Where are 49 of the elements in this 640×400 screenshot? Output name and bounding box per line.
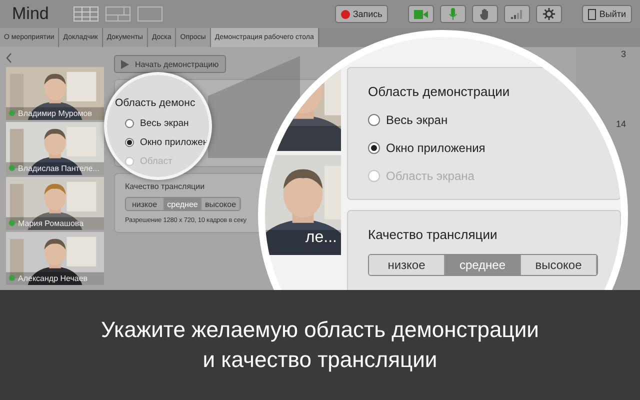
hand-icon — [480, 8, 490, 20]
microphone-icon — [449, 8, 458, 20]
quality-option[interactable]: высокое — [202, 198, 240, 210]
radio-label: Окно приложен — [140, 137, 208, 148]
participant-name: Мария Ромашова — [18, 219, 84, 228]
participant-count: 3 — [620, 49, 626, 59]
participant-count: 14 — [616, 119, 626, 129]
start-demo-button[interactable]: Начать демонстрацию — [114, 55, 226, 73]
quality-option[interactable]: среднее — [445, 255, 521, 275]
record-dot-icon — [340, 10, 350, 18]
play-icon — [121, 60, 129, 68]
hand-button[interactable] — [472, 5, 498, 23]
panel-title: Качество трансляции — [368, 227, 498, 242]
radio-label: Область экрана — [386, 169, 474, 183]
split-layout-icon[interactable] — [104, 6, 131, 22]
back-chevron-icon[interactable] — [6, 53, 12, 63]
radio-button[interactable] — [368, 142, 380, 154]
camera-icon — [414, 10, 428, 18]
quality-option[interactable]: низкое — [126, 198, 164, 210]
door-icon — [588, 8, 596, 20]
radio-button[interactable] — [368, 114, 380, 126]
panel-title: Область демонс — [115, 97, 196, 109]
participant-video[interactable]: Мария Ромашова — [6, 177, 104, 230]
radio-button[interactable] — [125, 119, 134, 128]
signal-icon — [511, 9, 524, 19]
quality-option[interactable]: среднее — [164, 198, 202, 210]
caption-text: и качество трансляции — [202, 346, 438, 374]
quality-option[interactable]: низкое — [369, 255, 445, 275]
exit-button[interactable]: Выйти — [582, 5, 632, 23]
radio-label: Окно приложения — [386, 141, 486, 155]
caption-text: Укажите желаемую область демонстрации — [101, 316, 539, 344]
single-layout-icon[interactable] — [136, 6, 163, 22]
panel-title: Область демонстрации — [368, 84, 510, 99]
quality-option[interactable]: высокое — [521, 255, 597, 275]
microphone-button[interactable] — [440, 5, 466, 23]
signal-button[interactable] — [504, 5, 530, 23]
participant-name: Владимир Муромов — [18, 109, 92, 118]
settings-button[interactable] — [536, 5, 562, 23]
grid-layout-icon[interactable] — [72, 6, 99, 22]
participant-video[interactable]: Владимир Муромов — [6, 67, 104, 120]
radio-label: Весь экран — [386, 113, 448, 127]
record-button[interactable]: Запись — [334, 5, 388, 23]
app-logo: Mind — [12, 4, 49, 24]
panel-title: Качество трансляции — [125, 182, 206, 191]
radio-button[interactable] — [125, 138, 134, 147]
participant-name: ле... — [305, 229, 337, 247]
gear-icon — [543, 8, 556, 20]
camera-button[interactable] — [408, 5, 434, 23]
radio-label: Весь экран — [140, 118, 189, 129]
